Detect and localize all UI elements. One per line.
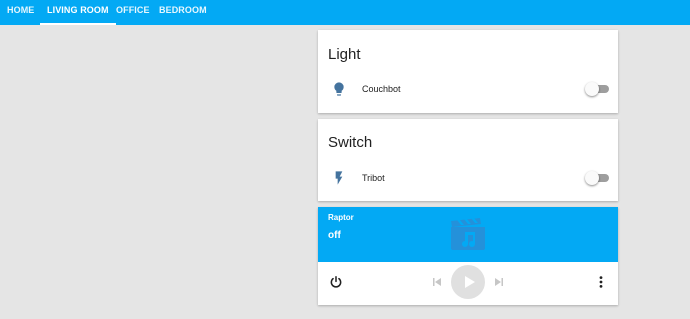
media-player-card: Raptor off	[318, 207, 618, 305]
card-title: Light	[328, 46, 361, 63]
lightbulb-icon	[334, 82, 344, 96]
flash-icon	[335, 171, 343, 185]
power-icon[interactable]	[329, 275, 343, 289]
switch-card: Switch Tribot	[318, 119, 618, 201]
skip-previous-icon[interactable]	[431, 276, 443, 288]
top-tab-bar: HOME LIVING ROOM OFFICE BEDROOM	[0, 0, 690, 25]
couchbot-toggle[interactable]	[585, 82, 609, 96]
tab-bedroom[interactable]: BEDROOM	[152, 0, 214, 25]
more-vertical-icon[interactable]	[594, 275, 608, 289]
media-player-state: off	[328, 230, 341, 241]
toggle-knob	[585, 82, 599, 96]
light-card: Light Couchbot	[318, 30, 618, 113]
entity-name: Tribot	[362, 173, 385, 183]
tab-home[interactable]: HOME	[0, 0, 41, 25]
movie-music-icon	[451, 218, 485, 250]
media-info-panel: Raptor off	[318, 207, 618, 262]
play-icon	[465, 276, 475, 288]
skip-next-icon[interactable]	[493, 276, 505, 288]
media-controls-bar	[318, 262, 618, 305]
play-button[interactable]	[451, 265, 485, 299]
toggle-knob	[585, 171, 599, 185]
media-player-name: Raptor	[328, 213, 354, 222]
card-title: Switch	[328, 134, 373, 151]
tab-office[interactable]: OFFICE	[109, 0, 157, 25]
tribot-toggle[interactable]	[585, 171, 609, 185]
entity-name: Couchbot	[362, 84, 401, 94]
tab-living-room[interactable]: LIVING ROOM	[40, 0, 116, 25]
